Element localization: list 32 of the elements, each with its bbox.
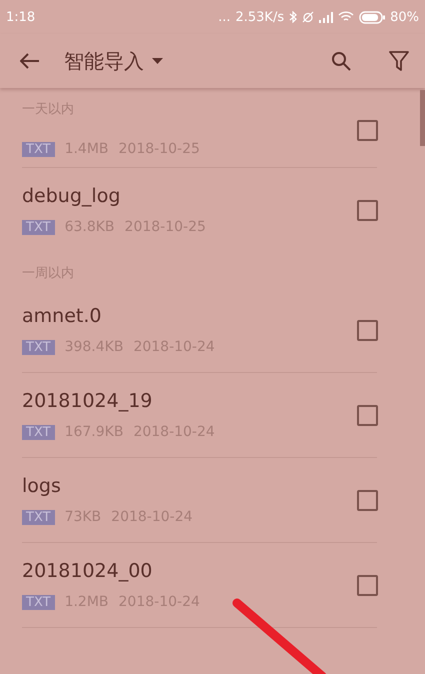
file-name: logs	[22, 475, 62, 497]
signal-icon	[319, 12, 334, 22]
alarm-off-icon	[302, 11, 314, 23]
wifi-icon	[338, 11, 354, 23]
back-icon[interactable]	[20, 53, 40, 69]
screen-title[interactable]: 智能导入	[64, 48, 144, 74]
file-name: 20181024_00	[22, 560, 154, 582]
file-name: amnet.0	[22, 305, 102, 327]
filter-icon[interactable]	[389, 51, 409, 71]
file-type-tag: TXT	[22, 594, 55, 610]
battery-level: 80%	[390, 10, 419, 24]
file-type-tag: TXT	[22, 142, 55, 156]
checkbox[interactable]	[357, 404, 378, 426]
dropdown-caret-icon[interactable]	[152, 58, 163, 64]
bluetooth-icon	[289, 11, 298, 23]
checkbox[interactable]	[357, 574, 378, 596]
search-icon[interactable]	[331, 51, 351, 71]
clock: 1:18	[6, 10, 36, 24]
checkbox[interactable]	[357, 490, 378, 510]
file-type-tag: TXT	[22, 510, 55, 524]
battery-icon	[359, 10, 386, 24]
checkbox[interactable]	[357, 120, 378, 141]
file-type-tag: TXT	[22, 340, 55, 354]
notification-dots: ...	[218, 10, 230, 24]
file-type-tag: TXT	[22, 220, 55, 234]
file-type-tag: TXT	[22, 424, 55, 440]
checkbox[interactable]	[357, 320, 378, 340]
checkbox[interactable]	[357, 200, 378, 220]
scrollbar	[420, 90, 425, 146]
file-name: debug_log	[22, 185, 122, 207]
network-speed: 2.53K/s	[235, 10, 284, 24]
file-name: 20181024_19	[22, 390, 154, 412]
